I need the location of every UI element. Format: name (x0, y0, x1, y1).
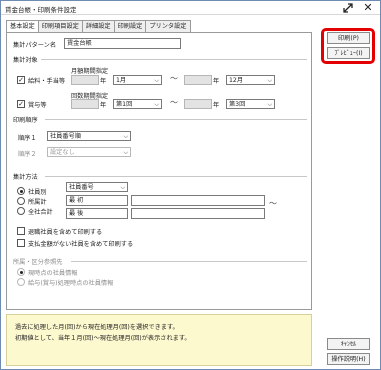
window-title: 賃金台帳・印刷条件設定 (5, 6, 77, 14)
aggregation-key-select[interactable]: 社員番号 ⌵ (66, 182, 128, 192)
order2-label: 順序２ (18, 151, 37, 158)
range-first-input[interactable] (131, 195, 265, 206)
bonus-checkbox[interactable]: ✓ (17, 100, 25, 108)
per-employee-label: 社員別 (28, 189, 47, 196)
bonus-range-tilde: 〜 (170, 98, 178, 107)
dept-reference-divider (71, 261, 307, 262)
print-button[interactable]: 印刷(P) (327, 32, 370, 44)
order2-value: 設定なし (50, 149, 75, 156)
print-order-section-label: 印刷順序 (13, 117, 38, 124)
print-order-divider (45, 119, 307, 120)
help-button[interactable]: 操作説明(H) (327, 353, 370, 365)
chevron-down-icon: ⌵ (123, 133, 128, 140)
bonus-from-year-unit: 年 (100, 102, 107, 109)
salary-range-tilde: 〜 (170, 74, 178, 83)
bonus-to-year-unit: 年 (213, 102, 220, 109)
salary-to-month-value: 12月 (229, 77, 244, 84)
resize-arrows-icon[interactable] (342, 2, 354, 14)
pattern-name-label: 集計パターン名 (13, 42, 57, 49)
chevron-down-icon: ⌵ (154, 101, 159, 108)
processing-time-info-radio[interactable] (17, 278, 25, 286)
chevron-down-icon: ⌵ (123, 149, 128, 156)
salary-from-year-unit: 年 (100, 78, 107, 85)
preview-button[interactable]: ﾌﾟﾚﾋﾞｭｰ(I) (327, 47, 370, 59)
aggregation-key-value: 社員番号 (69, 184, 94, 191)
bonus-from-year-input[interactable] (71, 99, 99, 109)
current-info-radio[interactable] (17, 268, 25, 276)
range-tilde: 〜 (269, 199, 277, 208)
bonus-label: 賞与等 (28, 102, 47, 109)
info-line-2: 初期値として、当年１月(回)〜現在処理月(回)が表示されます。 (15, 335, 191, 342)
salary-from-month-value: 1月 (116, 77, 127, 84)
processing-time-info-label: 給与(賞与)処理時点の社員情報 (28, 280, 114, 287)
current-info-label: 現時点の社員情報 (28, 270, 78, 277)
tab-detail-settings[interactable]: 詳細設定 (81, 20, 115, 32)
include-retired-label: 退職社員を含めて印刷する (28, 229, 103, 236)
bonus-to-count-value: 第3回 (229, 101, 246, 108)
chevron-down-icon: ⌵ (267, 101, 272, 108)
order1-label: 順序１ (18, 135, 37, 142)
basic-settings-panel: 集計パターン名 賃金台帳 集計対象 月額期間指定 ✓ 給料・手当等 年 1月 ⌵… (6, 32, 312, 310)
salary-from-month-select[interactable]: 1月 ⌵ (113, 75, 162, 85)
chevron-down-icon: ⌵ (120, 184, 125, 191)
dept-reference-section-label: 所属・区分参照先 (13, 259, 63, 266)
include-no-pay-label: 支払金額がない社員を含めて印刷する (28, 241, 134, 248)
order1-select[interactable]: 社員番号順 ⌵ (47, 131, 131, 141)
print-settings-window: 賃金台帳・印刷条件設定 ✕ 基本設定 印刷項目設定 詳細設定 印刷設定 プリンタ… (0, 0, 381, 370)
company-total-radio[interactable] (17, 207, 25, 215)
chevron-down-icon: ⌵ (267, 77, 272, 84)
target-section-label: 集計対象 (13, 57, 38, 64)
monthly-period-label: 月額期間指定 (71, 68, 109, 75)
range-first-caption: 最 初 (66, 195, 128, 206)
company-total-label: 全社合計 (28, 209, 53, 216)
salary-to-year-unit: 年 (213, 78, 220, 85)
include-no-pay-checkbox[interactable] (17, 239, 25, 247)
per-department-label: 所属計 (28, 199, 47, 206)
order2-select[interactable]: 設定なし ⌵ (47, 147, 131, 157)
bonus-from-count-value: 第1回 (116, 101, 133, 108)
salary-to-month-select[interactable]: 12月 ⌵ (226, 75, 275, 85)
chevron-down-icon: ⌵ (154, 77, 159, 84)
info-line-1: 過去に処理した月(回)から現在処理月(回)を選択できます。 (15, 324, 179, 331)
tab-print-items[interactable]: 印刷項目設定 (37, 20, 83, 32)
salary-from-year-input[interactable] (71, 75, 99, 85)
include-retired-checkbox[interactable] (17, 227, 25, 235)
salary-checkbox[interactable]: ✓ (17, 76, 25, 84)
bonus-to-count-select[interactable]: 第3回 ⌵ (226, 99, 275, 109)
bonus-from-count-select[interactable]: 第1回 ⌵ (113, 99, 162, 109)
close-icon[interactable]: ✕ (361, 1, 375, 15)
per-employee-radio[interactable] (17, 187, 25, 195)
info-bar: 過去に処理した月(回)から現在処理月(回)を選択できます。 初期値として、当年１… (6, 314, 312, 366)
range-last-caption: 最 後 (66, 208, 128, 219)
salary-to-year-input[interactable] (184, 75, 212, 85)
salary-label: 給料・手当等 (28, 78, 66, 85)
tab-print-settings[interactable]: 印刷設定 (113, 20, 147, 32)
range-last-input[interactable] (131, 208, 265, 219)
tab-printer-settings[interactable]: プリンタ設定 (145, 20, 191, 32)
target-divider (41, 59, 307, 60)
title-bar: 賃金台帳・印刷条件設定 ✕ (1, 1, 380, 15)
per-department-radio[interactable] (17, 197, 25, 205)
tab-bar: 基本設定 印刷項目設定 詳細設定 印刷設定 プリンタ設定 (6, 20, 191, 33)
pattern-name-input[interactable]: 賃金台帳 (64, 38, 181, 49)
order1-value: 社員番号順 (50, 133, 81, 140)
bonus-to-year-input[interactable] (184, 99, 212, 109)
aggregation-divider (45, 176, 307, 177)
cancel-button[interactable]: ｷｬﾝｾﾙ (327, 338, 370, 350)
aggregation-section-label: 集計方法 (13, 174, 38, 181)
